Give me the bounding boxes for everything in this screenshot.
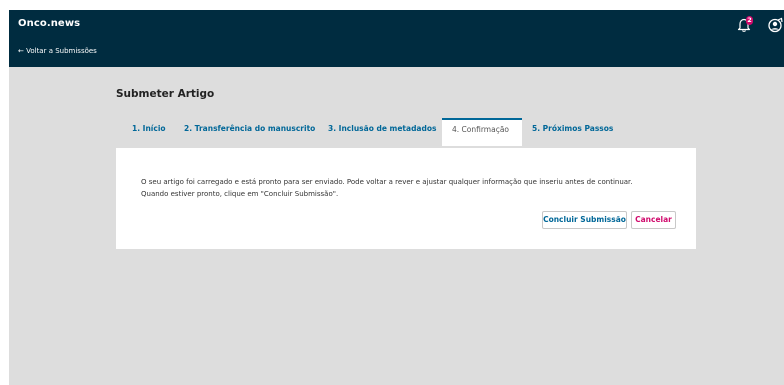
app-frame: Onco.news ← Voltar a Submissões 2 Submet… <box>9 10 784 385</box>
notifications-button[interactable]: 2 <box>737 16 753 33</box>
confirmation-message-line-2: Quando estiver pronto, clique em "Conclu… <box>141 190 339 198</box>
tab-metadata[interactable]: 3. Inclusão de metadados <box>318 118 446 146</box>
notification-count-badge: 2 <box>746 16 753 25</box>
user-menu-button[interactable] <box>767 17 784 33</box>
back-to-submissions-link[interactable]: ← Voltar a Submissões <box>18 47 97 55</box>
confirmation-message: O seu artigo foi carregado e está pronto… <box>141 176 686 200</box>
page-title: Submeter Artigo <box>116 88 215 100</box>
tab-confirmation[interactable]: 4. Confirmação <box>442 118 522 146</box>
user-icon <box>768 17 783 33</box>
finish-submission-button[interactable]: Concluir Submissão <box>542 211 627 229</box>
cancel-button[interactable]: Cancelar <box>631 211 676 229</box>
tab-manuscript-upload[interactable]: 2. Transferência do manuscrito <box>174 118 325 146</box>
confirmation-panel: O seu artigo foi carregado e está pronto… <box>116 148 696 249</box>
top-bar: Onco.news ← Voltar a Submissões 2 <box>9 10 784 67</box>
site-title[interactable]: Onco.news <box>18 18 80 29</box>
tab-start[interactable]: 1. Início <box>122 118 176 146</box>
tab-next-steps[interactable]: 5. Próximos Passos <box>522 118 623 146</box>
confirmation-message-line-1: O seu artigo foi carregado e está pronto… <box>141 178 633 186</box>
